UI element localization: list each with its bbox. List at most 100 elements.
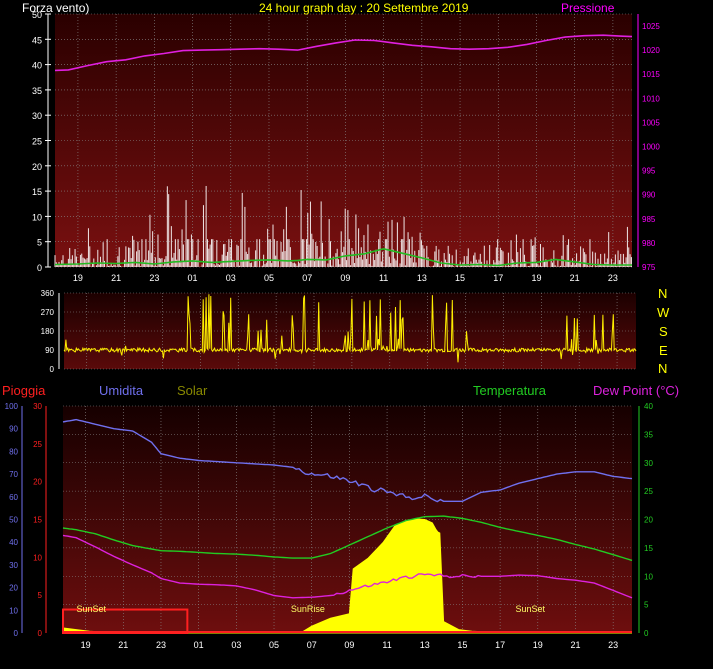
panel-3-temp-tick: 25 <box>644 487 653 496</box>
dewpoint-header: Dew Point (°C) <box>593 383 680 398</box>
panel-3-rain-tick: 25 <box>33 440 42 449</box>
panel-1-right-tick: 980 <box>642 239 656 248</box>
panel-1-x-tick: 13 <box>417 273 427 283</box>
panel-1-left-tick: 45 <box>32 35 42 45</box>
panel-1-x-tick: 11 <box>379 273 388 283</box>
panel-3-temp-tick: 15 <box>644 544 653 553</box>
panel-3-x-tick: 09 <box>344 640 354 650</box>
chart-1-left-label: Forza vento) <box>22 1 90 15</box>
panel-2-left-tick: 90 <box>45 346 54 355</box>
panel-3-rain-tick: 20 <box>33 478 42 487</box>
panel-3-rain-tick: 0 <box>38 629 43 638</box>
panel-1-left-tick: 10 <box>32 212 42 222</box>
panel-1-x-tick: 01 <box>188 273 198 283</box>
panel-1-x-tick: 19 <box>531 273 541 283</box>
panel-1-right-tick: 1020 <box>642 46 660 55</box>
panel-1-left-tick: 35 <box>32 86 42 96</box>
panel-3-x-tick: 05 <box>269 640 279 650</box>
panel-2-left-tick: 360 <box>41 289 55 298</box>
panel-1-x-tick: 03 <box>226 273 236 283</box>
sun-annotation: SunSet <box>76 604 106 614</box>
chart-1-right-label: Pressione <box>561 1 615 15</box>
panel-1-x-tick: 21 <box>570 273 580 283</box>
panel-1-right-tick: 1010 <box>642 94 660 103</box>
panel-3-rain-tick: 30 <box>33 402 42 411</box>
panel-1-x-tick: 07 <box>302 273 312 283</box>
humidity-header: Umidita <box>99 383 144 398</box>
panel-1-left-tick: 0 <box>37 263 42 273</box>
panel-3-humidity-tick: 80 <box>9 447 18 456</box>
panel-3-temp-tick: 20 <box>644 516 653 525</box>
sun-annotation: SunRise <box>291 604 325 614</box>
panel-3-rain-tick: 5 <box>38 591 43 600</box>
panel-3-humidity-tick: 60 <box>9 493 18 502</box>
weather-graph-page: 0 5 10 15 20 25 30 35 40 45 50 975 980 985 990 995 1000 1… <box>0 0 713 669</box>
compass-label-n1: N <box>658 286 668 301</box>
panel-3-temp-tick: 40 <box>644 402 653 411</box>
compass-label-e: E <box>659 343 668 358</box>
solar-header: Solar <box>177 383 208 398</box>
panel-3-x-tick: 03 <box>231 640 241 650</box>
panel-3-x-tick: 01 <box>194 640 204 650</box>
panel-1-right-tick: 995 <box>642 167 656 176</box>
panel-3-humidity-tick: 50 <box>9 516 18 525</box>
panel-3-rain-tick: 10 <box>33 553 42 562</box>
panel-3-x-tick: 07 <box>307 640 317 650</box>
panel-1-right-tick: 985 <box>642 215 656 224</box>
panel-2-left-tick: 0 <box>50 365 55 374</box>
panel-2-left-tick: 270 <box>41 308 55 317</box>
rain-header: Pioggia <box>2 383 46 398</box>
panel-2-left-tick: 180 <box>41 327 55 336</box>
panel-1-right-tick: 1000 <box>642 143 660 152</box>
panel-1-right-tick: 1015 <box>642 70 660 79</box>
sun-annotation: SunSet <box>515 604 545 614</box>
panel-3-x-tick: 19 <box>533 640 543 650</box>
panel-1-x-tick: 23 <box>608 273 618 283</box>
panel-1-x-tick: 19 <box>73 273 83 283</box>
compass-label-w: W <box>657 305 670 320</box>
panel-1-left-tick: 5 <box>37 238 42 248</box>
panel-3-humidity-tick: 0 <box>14 629 19 638</box>
panel-3-humidity-tick: 30 <box>9 561 18 570</box>
panel-1-x-tick: 17 <box>493 273 503 283</box>
panel-3-humidity-tick: 20 <box>9 584 18 593</box>
panel-3-humidity-tick: 70 <box>9 470 18 479</box>
weather-charts: 0510152025303540455097598098599099510001… <box>5 10 661 650</box>
panel-3-temp-tick: 35 <box>644 430 653 439</box>
panel-1-x-tick: 09 <box>340 273 350 283</box>
panel-1-x-tick: 15 <box>455 273 465 283</box>
panel-3-humidity-tick: 10 <box>9 606 18 615</box>
panel-1-right-tick: 990 <box>642 191 656 200</box>
panel-3-temp-tick: 0 <box>644 629 649 638</box>
panel-1-right-tick: 1005 <box>642 118 660 127</box>
panel-1-left-tick: 20 <box>32 162 42 172</box>
panel-1-left-tick: 30 <box>32 111 42 121</box>
panel-1-right-tick: 1025 <box>642 22 660 31</box>
panel-1-left-tick: 25 <box>32 137 42 147</box>
panel-3-x-tick: 15 <box>457 640 467 650</box>
panel-1-left-tick: 15 <box>32 187 42 197</box>
panel-3-rain-tick: 15 <box>33 516 42 525</box>
panel-1-right-tick: 975 <box>642 263 656 272</box>
panel-1-x-tick: 05 <box>264 273 274 283</box>
panel-3-temp-tick: 10 <box>644 572 653 581</box>
panel-3-humidity-tick: 100 <box>5 402 19 411</box>
panel-3-x-tick: 23 <box>608 640 618 650</box>
panel-3-x-tick: 21 <box>118 640 128 650</box>
panel-3-x-tick: 13 <box>420 640 430 650</box>
panel-3-temp-tick: 5 <box>644 601 649 610</box>
temperature-header: Temperatura <box>473 383 546 398</box>
panel-3-x-tick: 23 <box>156 640 166 650</box>
panel-3-x-tick: 19 <box>81 640 91 650</box>
panel-3-x-tick: 11 <box>382 640 391 650</box>
compass-label-s: S <box>659 324 668 339</box>
panel-1-x-tick: 23 <box>149 273 159 283</box>
compass-label-n2: N <box>658 361 668 376</box>
chart-1-title: 24 hour graph day : 20 Settembre 2019 <box>259 1 469 15</box>
panel-1-left-tick: 40 <box>32 61 42 71</box>
panel-1-x-tick: 21 <box>111 273 121 283</box>
panel-3-x-tick: 17 <box>495 640 505 650</box>
panel-3-humidity-tick: 40 <box>9 538 18 547</box>
panel-3-temp-tick: 30 <box>644 459 653 468</box>
panel-3-humidity-tick: 90 <box>9 425 18 434</box>
